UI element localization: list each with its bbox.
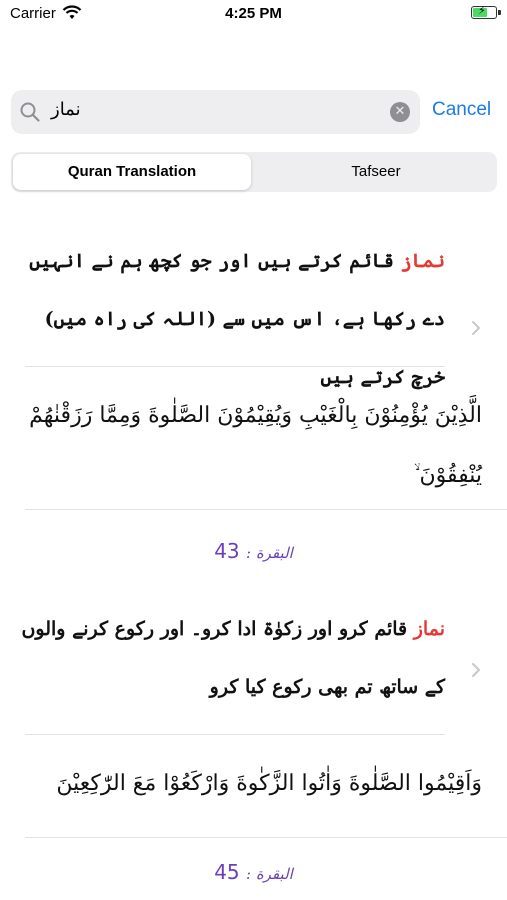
search-highlight: نماز [413,618,445,640]
search-row: نماز ✕ Cancel [0,90,507,136]
search-input[interactable]: نماز ✕ [11,90,420,134]
divider [25,734,445,735]
reference-surah: البقرة : [246,544,293,562]
search-highlight: نماز [400,250,445,272]
divider [25,366,445,367]
verse-reference: البقرة : 43 [0,539,507,563]
translation-rest: قائم کرتے ہیں اور جو کچھ ہم نے انہیں دے … [29,250,445,388]
divider [25,837,507,838]
segmented-control: Quran Translation Tafseer [11,152,497,192]
status-bar: Carrier 4:25 PM ⚡ [0,0,507,28]
cancel-button[interactable]: Cancel [432,99,491,121]
search-value[interactable]: نماز [51,99,81,120]
battery-cap [498,10,501,15]
arabic-verse: الَّذِيْنَ يُؤْمِنُوْنَ بِالْغَيْبِ وَيُ… [29,403,482,488]
reference-surah: البقرة : [246,865,293,883]
translation-text: نماز قائم کرو اور زکوٰۃ ادا کرو۔ اور رکو… [5,600,445,716]
status-time: 4:25 PM [225,5,282,22]
clear-icon[interactable]: ✕ [390,102,410,122]
battery-icon: ⚡ [471,4,497,19]
arabic-verse: وَاَقِيْمُوا الصَّلٰوةَ وَاٰتُوا الزَّكٰ… [56,771,482,796]
reference-ayah: 45 [214,860,240,884]
search-icon [20,102,40,122]
translation-rest: قائم کرو اور زکوٰۃ ادا کرو۔ اور رکوع کرن… [21,618,445,698]
verse-reference: البقرة : 45 [0,860,507,884]
reference-ayah: 43 [214,539,240,563]
divider [25,509,507,510]
list-item[interactable]: نماز قائم کرتے ہیں اور جو کچھ ہم نے انہی… [0,226,507,563]
list-item[interactable]: نماز قائم کرو اور زکوٰۃ ادا کرو۔ اور رکو… [0,590,507,900]
tab-quran-translation[interactable]: Quran Translation [13,154,251,190]
tab-tafseer[interactable]: Tafseer [257,154,495,190]
chevron-right-icon [472,321,481,335]
translation-text: نماز قائم کرتے ہیں اور جو کچھ ہم نے انہی… [5,232,445,406]
chevron-right-icon [472,663,481,677]
